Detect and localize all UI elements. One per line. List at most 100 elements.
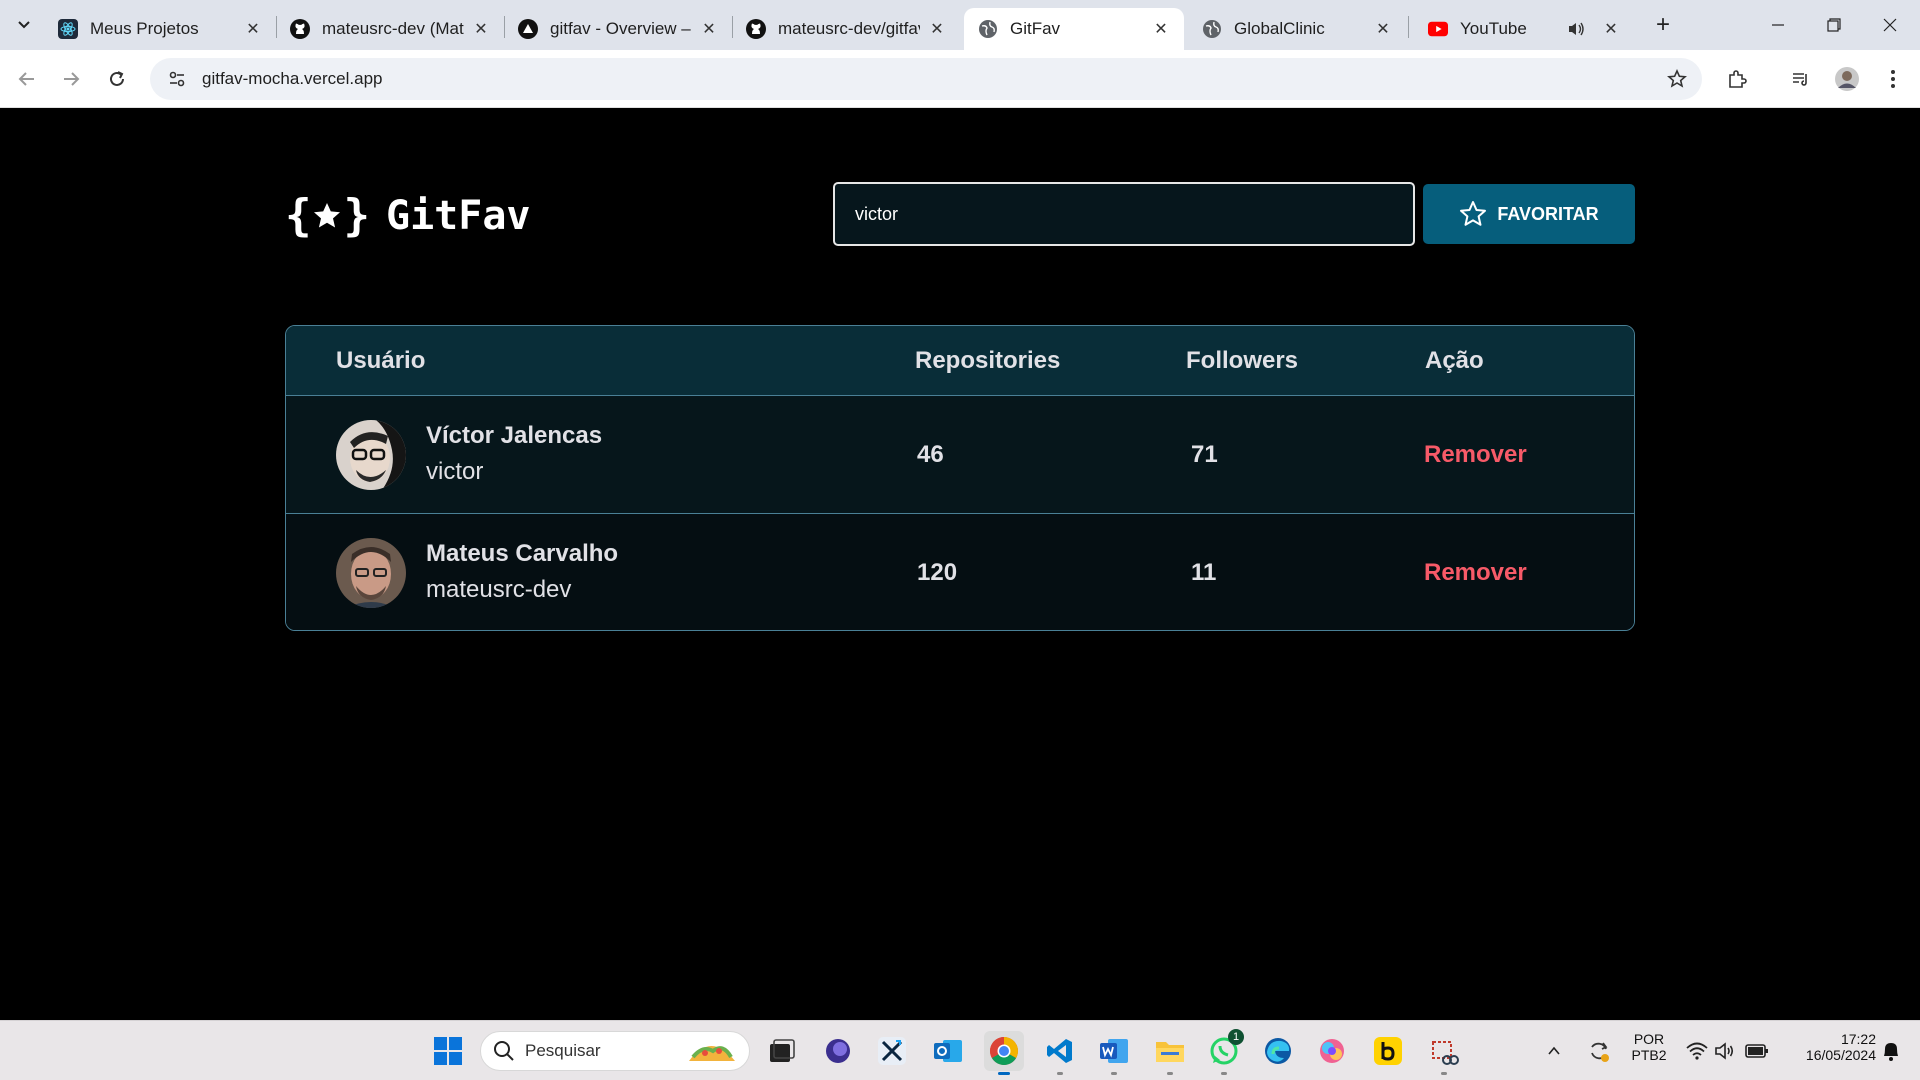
bookmark-star-icon[interactable] [1666,68,1688,90]
header-repositories: Repositories [915,347,1061,374]
close-window-button[interactable] [1862,0,1918,50]
vercel-icon [518,19,538,39]
taco-icon [689,1046,735,1061]
close-icon[interactable]: ✕ [472,20,490,38]
close-icon[interactable]: ✕ [700,20,718,38]
show-hidden-icons-button[interactable] [1542,1031,1566,1071]
github-icon [746,19,766,39]
wifi-status[interactable] [1684,1031,1710,1071]
tab-title: gitfav - Overview – V [550,19,692,38]
windows-logo-icon [434,1037,462,1065]
close-icon[interactable]: ✕ [928,20,946,38]
browser-toolbar: gitfav-mocha.vercel.app [0,50,1920,108]
new-tab-button[interactable]: + [1650,11,1676,38]
queue-music-icon [1793,73,1807,86]
close-icon[interactable]: ✕ [1152,20,1170,38]
tab-globalclinic[interactable]: GlobalClinic ✕ [1188,8,1406,50]
tab-vercel-overview[interactable]: gitfav - Overview – V ✕ [504,8,732,50]
minimize-icon [1772,24,1784,26]
repositories-count: 120 [917,558,958,586]
battery-status[interactable] [1742,1031,1772,1071]
back-button[interactable] [12,64,42,94]
chevron-down-icon [18,21,30,29]
logo-brace-close: } [343,190,370,241]
speaker-icon[interactable] [1566,19,1586,39]
clock-time: 17:22 [1840,1031,1876,1047]
tab-title: YouTube [1460,19,1527,38]
profile-avatar[interactable] [1832,64,1862,94]
app-circle-icon [826,1039,850,1063]
user-name: Víctor Jalencas [426,422,603,449]
followers-count: 71 [1191,440,1218,468]
task-view-button[interactable] [762,1031,802,1071]
address-bar[interactable]: gitfav-mocha.vercel.app [150,58,1702,100]
taskbar-search[interactable]: Pesquisar [480,1031,750,1071]
username-search-input[interactable] [833,182,1415,246]
paint-icon [1320,1039,1344,1063]
reload-icon [110,71,124,86]
taskbar-app-colorful[interactable] [1312,1031,1352,1071]
tab-gitfav[interactable]: GitFav ✕ [964,8,1184,50]
remove-button[interactable]: Remover [1424,514,1527,630]
snipping-icon [1432,1041,1459,1065]
restore-button[interactable] [1806,0,1862,50]
taskbar-app-bee[interactable] [1368,1031,1408,1071]
gitfav-logo: { } [285,190,370,241]
start-button[interactable] [428,1031,468,1071]
reload-button[interactable] [102,64,132,94]
tab-youtube[interactable]: YouTube ✕ [1414,8,1634,50]
tab-github-profile[interactable]: mateusrc-dev (Mateu ✕ [276,8,504,50]
table-header: Usuário Repositories Followers Ação [286,326,1634,396]
clock[interactable]: 17:22 16/05/2024 [1782,1031,1876,1063]
tab-title: Meus Projetos [90,19,199,38]
close-icon[interactable]: ✕ [1374,20,1392,38]
taskbar-word[interactable] [1094,1031,1134,1075]
taskbar-edge[interactable] [1258,1031,1298,1071]
taskbar-chrome[interactable] [984,1031,1024,1075]
arrow-right-icon [64,72,80,86]
taskbar-app-purple[interactable] [818,1031,858,1071]
header-user: Usuário [336,347,426,374]
browser-menu-button[interactable] [1878,64,1908,94]
header-action: Ação [1425,347,1484,374]
favorite-button[interactable]: FAVORITAR [1423,184,1635,244]
media-controls-button[interactable] [1786,64,1816,94]
sync-icon [1591,1042,1609,1062]
tab-meus-projetos[interactable]: Meus Projetos ✕ [44,8,276,50]
chrome-icon [990,1037,1018,1065]
close-icon[interactable]: ✕ [1602,20,1620,38]
forward-button[interactable] [56,64,86,94]
header-followers: Followers [1186,347,1299,374]
taskbar-whatsapp[interactable]: 1 [1204,1029,1244,1075]
minimize-button[interactable] [1750,0,1806,50]
react-icon [58,19,78,39]
taskbar-app-capcut[interactable] [872,1031,912,1071]
extensions-button[interactable] [1722,64,1752,94]
b-letter-icon [1374,1037,1402,1065]
taskbar-vscode[interactable] [1040,1031,1080,1075]
taskbar-outlook[interactable] [928,1031,968,1071]
active-app-indicator [998,1072,1010,1075]
globe-icon [1202,19,1222,39]
notifications-button[interactable] [1876,1031,1906,1071]
gitfav-page: { } GitFav FAVORITAR Usuário Repositorie… [0,108,1920,1020]
taskbar-file-explorer[interactable] [1150,1031,1190,1075]
remove-button[interactable]: Remover [1424,396,1527,513]
taskbar-snipping-tool[interactable] [1424,1031,1464,1075]
tab-search-button[interactable] [8,10,40,40]
github-icon [290,19,310,39]
input-language[interactable]: POR PTB2 [1628,1031,1670,1063]
sync-status-button[interactable] [1584,1031,1614,1071]
site-settings-icon[interactable] [166,68,188,90]
notification-badge: 1 [1228,1029,1244,1045]
browser-tab-strip: Meus Projetos ✕ mateusrc-dev (Mateu ✕ gi… [0,0,1920,50]
tab-github-repo[interactable]: mateusrc-dev/gitfav ✕ [732,8,960,50]
language-code: POR [1633,1031,1665,1047]
running-indicator [1057,1072,1063,1075]
capcut-icon [878,1037,906,1065]
brand: { } GitFav [285,190,531,241]
close-icon[interactable]: ✕ [244,20,262,38]
volume-status[interactable] [1712,1031,1738,1071]
edge-icon [1265,1038,1291,1064]
chevron-up-icon [1548,1046,1560,1055]
